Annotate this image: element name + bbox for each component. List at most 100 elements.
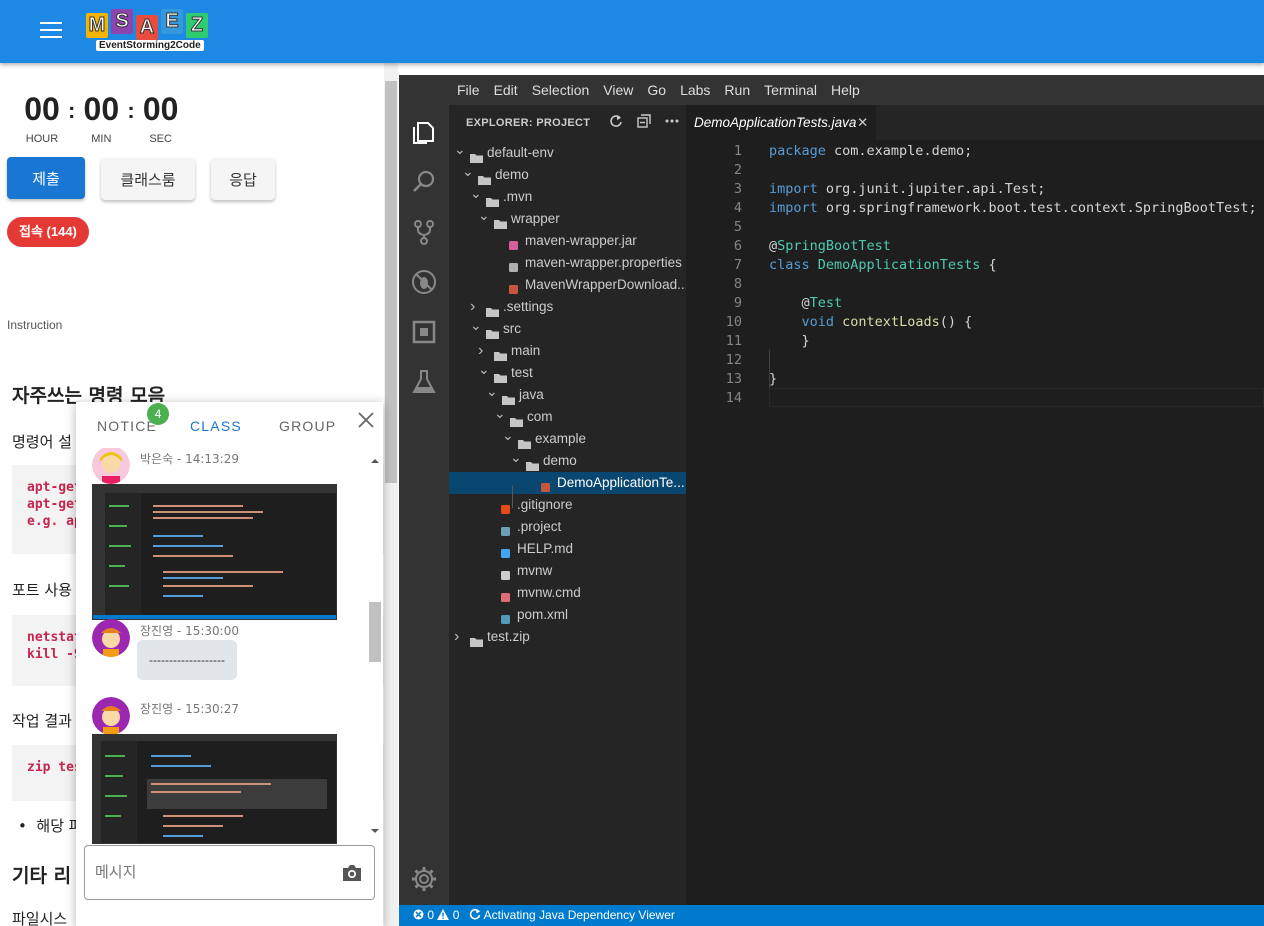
tree-item[interactable]: ⌄ default-env <box>449 142 686 164</box>
screenshot-image[interactable] <box>92 734 337 844</box>
code-editor[interactable]: 1 package com.example.demo; 2 3 import org.j… <box>686 140 1264 905</box>
menu-item-help[interactable]: Help <box>831 75 860 105</box>
chevron-down-icon[interactable]: ⌄ <box>470 318 482 336</box>
tree-item[interactable]: › test.zip <box>449 626 686 648</box>
menu-item-view[interactable]: View <box>603 75 633 105</box>
tree-item[interactable]: .project <box>449 516 686 538</box>
chevron-down-icon[interactable]: ⌄ <box>462 164 474 182</box>
menu-item-run[interactable]: Run <box>724 75 750 105</box>
tree-item[interactable]: ⌄ com <box>449 406 686 428</box>
tree-item[interactable]: ⌄ demo <box>449 450 686 472</box>
chevron-down-icon[interactable]: ⌄ <box>478 362 490 380</box>
source-control-icon[interactable] <box>410 218 438 246</box>
scroll-up-icon[interactable] <box>368 456 382 466</box>
extensions-icon[interactable] <box>410 318 438 346</box>
chevron-down-icon[interactable]: ⌄ <box>510 450 522 468</box>
tree-item[interactable]: ⌄ test <box>449 362 686 384</box>
debug-icon[interactable] <box>410 268 438 296</box>
more-actions-icon[interactable] <box>665 114 679 128</box>
chevron-down-icon[interactable]: ⌄ <box>494 406 506 424</box>
close-tab-icon[interactable]: ✕ <box>857 105 868 140</box>
code-token: { <box>980 257 997 273</box>
submit-button[interactable]: 제출 <box>7 157 85 199</box>
section-heading: 기타 리 <box>12 865 72 887</box>
code-token: } <box>769 333 810 349</box>
chevron-down-icon[interactable]: ⌄ <box>470 186 482 204</box>
code-token: package <box>769 143 826 159</box>
connections-badge[interactable]: 접속 (144) <box>7 217 89 247</box>
menu-item-go[interactable]: Go <box>647 75 666 105</box>
chevron-down-icon[interactable]: ⌄ <box>454 142 466 160</box>
chevron-right-icon[interactable]: › <box>454 626 466 648</box>
tree-item[interactable]: ⌄ java <box>449 384 686 406</box>
message-input[interactable] <box>95 858 325 886</box>
tree-item[interactable]: pom.xml <box>449 604 686 626</box>
project-file-icon <box>500 522 513 536</box>
tree-item[interactable]: › main <box>449 340 686 362</box>
scrollbar-thumb[interactable] <box>369 602 381 662</box>
timer-hour-label: HOUR <box>25 133 59 145</box>
tree-item[interactable]: DemoApplicationTe... <box>449 472 686 494</box>
menu-item-terminal[interactable]: Terminal <box>764 75 817 105</box>
tree-item[interactable]: ⌄ wrapper <box>449 208 686 230</box>
editor-tab[interactable]: DemoApplicationTests.java ✕ <box>686 105 876 140</box>
tree-item[interactable]: maven-wrapper.jar <box>449 230 686 252</box>
tree-item-label: .project <box>517 519 562 534</box>
tree-item-label: demo <box>495 167 529 182</box>
scroll-down-icon[interactable] <box>368 826 382 836</box>
tree-item[interactable]: ⌄ demo <box>449 164 686 186</box>
tree-item[interactable]: MavenWrapperDownload... <box>449 274 686 296</box>
problems-indicator[interactable]: 0 0 <box>413 905 459 926</box>
tree-item[interactable]: ⌄ .mvn <box>449 186 686 208</box>
tree-item-label: test <box>511 365 533 380</box>
settings-gear-icon[interactable] <box>410 865 438 893</box>
tree-item[interactable]: maven-wrapper.properties <box>449 252 686 274</box>
cmd-file-icon <box>500 588 513 602</box>
chevron-down-icon[interactable]: ⌄ <box>486 384 498 402</box>
menu-item-edit[interactable]: Edit <box>494 75 518 105</box>
tab-class[interactable]: CLASS <box>190 418 242 434</box>
message-meta: 장진영 - 15:30:00 <box>140 624 239 638</box>
menu-item-file[interactable]: File <box>457 75 480 105</box>
chat-scrollbar[interactable] <box>366 452 382 838</box>
tree-item[interactable]: ⌄ example <box>449 428 686 450</box>
chevron-down-icon[interactable]: ⌄ <box>478 208 490 226</box>
scrollbar-thumb[interactable] <box>385 81 397 483</box>
tree-item-label: .mvn <box>503 189 533 204</box>
instruction-text: 명령어 설 <box>12 433 72 451</box>
tree-item[interactable]: ⌄ src <box>449 318 686 340</box>
status-message[interactable]: Activating Java Dependency Viewer <box>469 905 675 926</box>
testing-flask-icon[interactable] <box>410 368 438 396</box>
page-scrollbar[interactable] <box>384 63 398 926</box>
tree-item[interactable]: › .settings <box>449 296 686 318</box>
menu-item-selection[interactable]: Selection <box>532 75 590 105</box>
tree-item[interactable]: mvnw <box>449 560 686 582</box>
logo-subtitle: EventStorming2Code <box>96 40 204 51</box>
tree-item[interactable]: mvnw.cmd <box>449 582 686 604</box>
explorer-icon[interactable] <box>410 119 438 147</box>
tab-group[interactable]: GROUP <box>279 418 336 434</box>
chevron-right-icon[interactable]: › <box>478 340 490 362</box>
tree-item[interactable]: HELP.md <box>449 538 686 560</box>
tree-item-label: mvnw.cmd <box>517 585 581 600</box>
tree-item[interactable]: .gitignore <box>449 494 686 516</box>
logo[interactable]: ZEASM EventStorming2Code <box>86 9 218 55</box>
answer-button[interactable]: 응답 <box>211 158 275 200</box>
menu-item-labs[interactable]: Labs <box>680 75 710 105</box>
search-icon[interactable] <box>410 168 438 196</box>
line-number: 2 <box>733 162 742 178</box>
collapse-all-icon[interactable] <box>637 114 651 128</box>
avatar <box>92 619 130 657</box>
menu-icon[interactable] <box>40 22 62 38</box>
close-icon[interactable] <box>356 410 376 430</box>
refresh-icon[interactable] <box>609 114 623 128</box>
screenshot-image[interactable] <box>92 484 337 620</box>
code-token: org.junit.jupiter.api.Test; <box>817 181 1046 197</box>
camera-icon[interactable] <box>341 864 363 882</box>
classroom-button[interactable]: 클래스룸 <box>101 158 195 200</box>
chevron-down-icon[interactable]: ⌄ <box>502 428 514 446</box>
logo-letter: A <box>136 15 158 40</box>
chevron-right-icon[interactable]: › <box>470 296 482 318</box>
folder-icon <box>494 346 507 361</box>
